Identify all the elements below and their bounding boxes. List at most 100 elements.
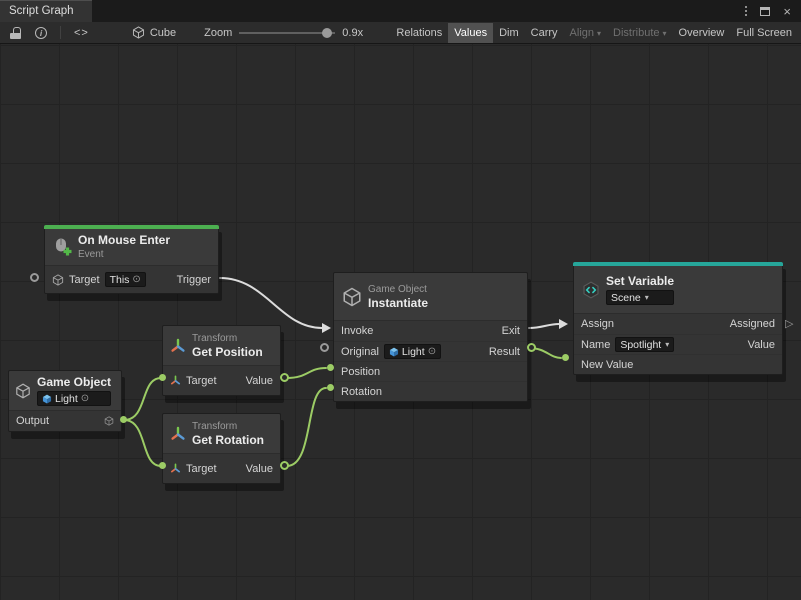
object-picker-icon[interactable]: ⊙ [81,393,89,404]
port-label-output: Output [16,415,49,427]
distribute-dropdown[interactable]: Distribute▾ [607,23,672,43]
maximize-icon[interactable] [760,7,770,16]
on-mouse-enter-icon [52,237,72,257]
flow-arrowhead-icon [559,319,568,329]
node-header: On Mouse Enter Event [45,229,218,265]
port-onmouseenter-target-input[interactable] [30,273,39,282]
wire-value-to-position [287,368,326,378]
zoom-slider[interactable] [239,32,335,34]
port-instantiate-position-input[interactable] [327,364,334,371]
port-row-position: Position [334,361,527,381]
port-getposition-value-output[interactable] [280,373,289,382]
port-label-value: Value [246,463,273,475]
dim-button[interactable]: Dim [493,23,525,43]
node-category: Transform [192,333,263,344]
port-label-result: Result [489,346,520,358]
graph-toolbar: i <> Cube Zoom 0.9x Relations Values Dim… [0,22,801,44]
node-header: Set Variable Scene ▾ [574,266,782,313]
zoom-value: 0.9x [342,27,363,39]
fullscreen-button[interactable]: Full Screen [730,23,798,43]
port-row-output: Output [9,411,121,431]
transform-icon [170,338,186,354]
flow-arrowhead-icon [322,323,331,333]
port-label-target: Target [186,375,217,387]
port-label-value: Value [246,375,273,387]
graph-canvas[interactable]: On Mouse Enter Event Target This ⊙ Trigg… [0,44,801,600]
transform-icon [170,375,181,386]
chevron-down-icon: ▾ [663,29,667,38]
graph-name-label: Cube [150,27,176,39]
node-body: Target Value [163,453,280,483]
node-header: Game Object Light ⊙ [9,371,121,410]
carry-button[interactable]: Carry [525,23,564,43]
chevron-down-icon: ▾ [597,29,601,38]
port-getrotation-target-input[interactable] [159,462,166,469]
original-value-chip[interactable]: Light ⊙ [384,344,441,359]
zoom-label: Zoom [204,27,232,39]
node-header: Game Object Instantiate [334,273,527,320]
info-icon[interactable]: i [35,27,47,39]
node-set-variable[interactable]: Set Variable Scene ▾ Assign Assigned Nam… [573,262,783,375]
object-value-chip[interactable]: Light ⊙ [37,391,111,406]
node-header: Transform Get Position [163,326,280,365]
node-title: On Mouse Enter [78,234,170,247]
port-instantiate-rotation-input[interactable] [327,384,334,391]
node-category: Transform [192,421,264,432]
node-on-mouse-enter[interactable]: On Mouse Enter Event Target This ⊙ Trigg… [44,225,219,294]
port-label-exit: Exit [502,325,520,337]
lock-icon[interactable] [10,27,21,39]
overview-button[interactable]: Overview [673,23,731,43]
window-menu-icon[interactable] [745,6,747,16]
port-label-target: Target [69,274,100,286]
relations-button[interactable]: Relations [390,23,448,43]
game-object-blue-icon [389,347,399,357]
code-view-icon[interactable]: <> [67,22,96,44]
close-icon[interactable]: × [783,5,791,18]
node-game-object-literal[interactable]: Game Object Light ⊙ Output [8,370,122,432]
zoom-slider-handle[interactable] [322,28,332,38]
node-body: Target This ⊙ Trigger [45,265,218,293]
wire-value-to-rotation [287,388,326,466]
output-port-icon[interactable] [104,416,114,426]
graph-breadcrumb[interactable]: Cube [132,26,176,39]
node-get-position[interactable]: Transform Get Position Target Value [162,325,281,396]
node-get-rotation[interactable]: Transform Get Rotation Target Value [162,413,281,484]
port-label-position: Position [341,366,380,378]
chevron-down-icon: ▾ [645,293,649,302]
node-title: Instantiate [368,297,428,310]
port-setvariable-newvalue-input[interactable] [562,354,569,361]
variable-scope-dropdown[interactable]: Scene ▾ [606,290,674,305]
node-title: Game Object [37,376,111,389]
transform-icon [170,463,181,474]
node-subtitle: Event [78,249,170,260]
object-picker-icon[interactable]: ⊙ [428,346,436,357]
node-title: Get Position [192,346,263,359]
node-instantiate[interactable]: Game Object Instantiate Invoke Exit Orig… [333,272,528,402]
align-dropdown[interactable]: Align▾ [564,23,607,43]
port-label-name: Name [581,339,610,351]
port-getrotation-value-output[interactable] [280,461,289,470]
object-picker-icon[interactable]: ⊙ [132,274,140,285]
tab-script-graph[interactable]: Script Graph [0,0,92,22]
port-gameobject-output[interactable] [120,416,127,423]
node-body: Assign Assigned Name Spotlight ▾ Value N… [574,313,782,374]
script-graph-window: Script Graph × i <> Cube Zoom 0.9x Relat… [0,0,801,600]
game-object-icon [342,287,362,307]
toolbar-buttons: Relations Values Dim Carry Align▾ Distri… [390,23,798,43]
game-object-blue-icon [42,394,52,404]
port-getposition-target-input[interactable] [159,374,166,381]
port-label-original: Original [341,346,379,358]
variable-name-dropdown[interactable]: Spotlight ▾ [615,337,674,352]
tab-bar: Script Graph × [0,0,801,22]
port-instantiate-result-output[interactable] [527,343,536,352]
transform-icon [170,426,186,442]
port-row-rotation: Rotation [334,381,527,401]
port-label-target: Target [186,463,217,475]
target-value-chip[interactable]: This ⊙ [105,272,146,287]
port-instantiate-original-input[interactable] [320,343,329,352]
values-button[interactable]: Values [448,23,493,43]
port-setvariable-assigned-output[interactable]: ▷ [785,319,793,330]
node-title: Get Rotation [192,434,264,447]
node-category: Game Object [368,284,428,295]
window-controls: × [745,0,801,22]
